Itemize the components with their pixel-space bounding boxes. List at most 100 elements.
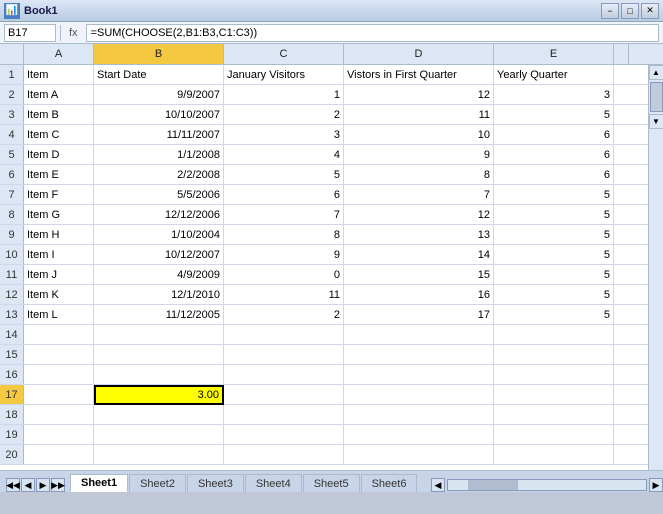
list-item[interactable]: 7 xyxy=(344,185,494,205)
list-item[interactable]: Vistors in First Quarter xyxy=(344,65,494,85)
list-item[interactable]: Item I xyxy=(24,245,94,265)
tab-prev-button[interactable]: ◀ xyxy=(21,478,35,492)
list-item[interactable] xyxy=(24,405,94,425)
list-item[interactable] xyxy=(494,365,614,385)
formula-input[interactable]: =SUM(CHOOSE(2,B1:B3,C1:C3)) xyxy=(86,24,659,42)
row-number[interactable]: 2 xyxy=(0,85,24,104)
list-item[interactable] xyxy=(24,325,94,345)
list-item[interactable]: 11/12/2005 xyxy=(94,305,224,325)
list-item[interactable]: Item E xyxy=(24,165,94,185)
list-item[interactable]: Item C xyxy=(24,125,94,145)
sheet-tab-sheet2[interactable]: Sheet2 xyxy=(129,474,186,492)
list-item[interactable]: 2/2/2008 xyxy=(94,165,224,185)
row-number[interactable]: 3 xyxy=(0,105,24,124)
list-item[interactable]: 7 xyxy=(224,205,344,225)
list-item[interactable]: 9 xyxy=(224,245,344,265)
tab-last-button[interactable]: ▶▶ xyxy=(51,478,65,492)
maximize-button[interactable]: □ xyxy=(621,3,639,19)
col-header-d[interactable]: D xyxy=(344,44,494,64)
list-item[interactable]: 10 xyxy=(344,125,494,145)
list-item[interactable]: 3.00 xyxy=(94,385,224,405)
row-number[interactable]: 19 xyxy=(0,425,24,444)
list-item[interactable] xyxy=(94,425,224,445)
list-item[interactable] xyxy=(344,325,494,345)
tab-next-button[interactable]: ▶ xyxy=(36,478,50,492)
list-item[interactable] xyxy=(344,445,494,465)
list-item[interactable]: Item F xyxy=(24,185,94,205)
list-item[interactable]: Yearly Quarter xyxy=(494,65,614,85)
list-item[interactable] xyxy=(224,425,344,445)
scroll-up-button[interactable]: ▲ xyxy=(649,65,663,80)
list-item[interactable]: 12/1/2010 xyxy=(94,285,224,305)
list-item[interactable]: 11 xyxy=(344,105,494,125)
h-scroll-left[interactable]: ◀ xyxy=(431,478,445,492)
list-item[interactable]: 5 xyxy=(494,105,614,125)
list-item[interactable]: Start Date xyxy=(94,65,224,85)
list-item[interactable]: 5/5/2006 xyxy=(94,185,224,205)
list-item[interactable]: Item L xyxy=(24,305,94,325)
sheet-tab-sheet4[interactable]: Sheet4 xyxy=(245,474,302,492)
list-item[interactable]: 16 xyxy=(344,285,494,305)
list-item[interactable] xyxy=(224,345,344,365)
list-item[interactable]: Item J xyxy=(24,265,94,285)
list-item[interactable] xyxy=(24,445,94,465)
list-item[interactable]: 8 xyxy=(344,165,494,185)
list-item[interactable]: 5 xyxy=(494,305,614,325)
list-item[interactable]: 5 xyxy=(494,285,614,305)
list-item[interactable]: 12 xyxy=(344,85,494,105)
h-scroll-right[interactable]: ▶ xyxy=(649,478,663,492)
list-item[interactable]: 5 xyxy=(224,165,344,185)
list-item[interactable]: Item A xyxy=(24,85,94,105)
list-item[interactable] xyxy=(24,425,94,445)
list-item[interactable]: 5 xyxy=(494,265,614,285)
list-item[interactable] xyxy=(494,325,614,345)
list-item[interactable]: 1/10/2004 xyxy=(94,225,224,245)
list-item[interactable] xyxy=(344,405,494,425)
list-item[interactable]: 6 xyxy=(494,145,614,165)
list-item[interactable]: 4/9/2009 xyxy=(94,265,224,285)
col-header-b[interactable]: B xyxy=(94,44,224,64)
list-item[interactable] xyxy=(224,325,344,345)
list-item[interactable]: 9/9/2007 xyxy=(94,85,224,105)
list-item[interactable]: 6 xyxy=(494,165,614,185)
row-number[interactable]: 6 xyxy=(0,165,24,184)
list-item[interactable]: 13 xyxy=(344,225,494,245)
scroll-thumb[interactable] xyxy=(650,82,663,112)
list-item[interactable]: 9 xyxy=(344,145,494,165)
row-number[interactable]: 12 xyxy=(0,285,24,304)
h-scrollbar-thumb[interactable] xyxy=(468,480,518,490)
vertical-scrollbar[interactable]: ▲ ▼ xyxy=(648,65,663,470)
list-item[interactable]: 11 xyxy=(224,285,344,305)
list-item[interactable] xyxy=(494,445,614,465)
list-item[interactable]: Item xyxy=(24,65,94,85)
list-item[interactable]: 5 xyxy=(494,185,614,205)
list-item[interactable]: 5 xyxy=(494,205,614,225)
list-item[interactable]: 6 xyxy=(224,185,344,205)
row-number[interactable]: 13 xyxy=(0,305,24,324)
list-item[interactable]: 6 xyxy=(494,125,614,145)
sheet-tab-sheet6[interactable]: Sheet6 xyxy=(361,474,418,492)
list-item[interactable]: Item B xyxy=(24,105,94,125)
row-number[interactable]: 16 xyxy=(0,365,24,384)
sheet-tab-sheet5[interactable]: Sheet5 xyxy=(303,474,360,492)
list-item[interactable]: 12/12/2006 xyxy=(94,205,224,225)
list-item[interactable]: January Visitors xyxy=(224,65,344,85)
list-item[interactable] xyxy=(494,425,614,445)
list-item[interactable] xyxy=(224,365,344,385)
list-item[interactable]: 15 xyxy=(344,265,494,285)
row-number[interactable]: 10 xyxy=(0,245,24,264)
row-number[interactable]: 4 xyxy=(0,125,24,144)
col-header-a[interactable]: A xyxy=(24,44,94,64)
list-item[interactable]: 0 xyxy=(224,265,344,285)
list-item[interactable] xyxy=(94,405,224,425)
list-item[interactable]: 5 xyxy=(494,245,614,265)
row-number[interactable]: 11 xyxy=(0,265,24,284)
list-item[interactable]: 4 xyxy=(224,145,344,165)
row-number[interactable]: 20 xyxy=(0,445,24,464)
row-number[interactable]: 1 xyxy=(0,65,24,84)
list-item[interactable] xyxy=(494,345,614,365)
list-item[interactable]: 1/1/2008 xyxy=(94,145,224,165)
list-item[interactable]: 3 xyxy=(224,125,344,145)
list-item[interactable] xyxy=(344,385,494,405)
list-item[interactable]: Item K xyxy=(24,285,94,305)
